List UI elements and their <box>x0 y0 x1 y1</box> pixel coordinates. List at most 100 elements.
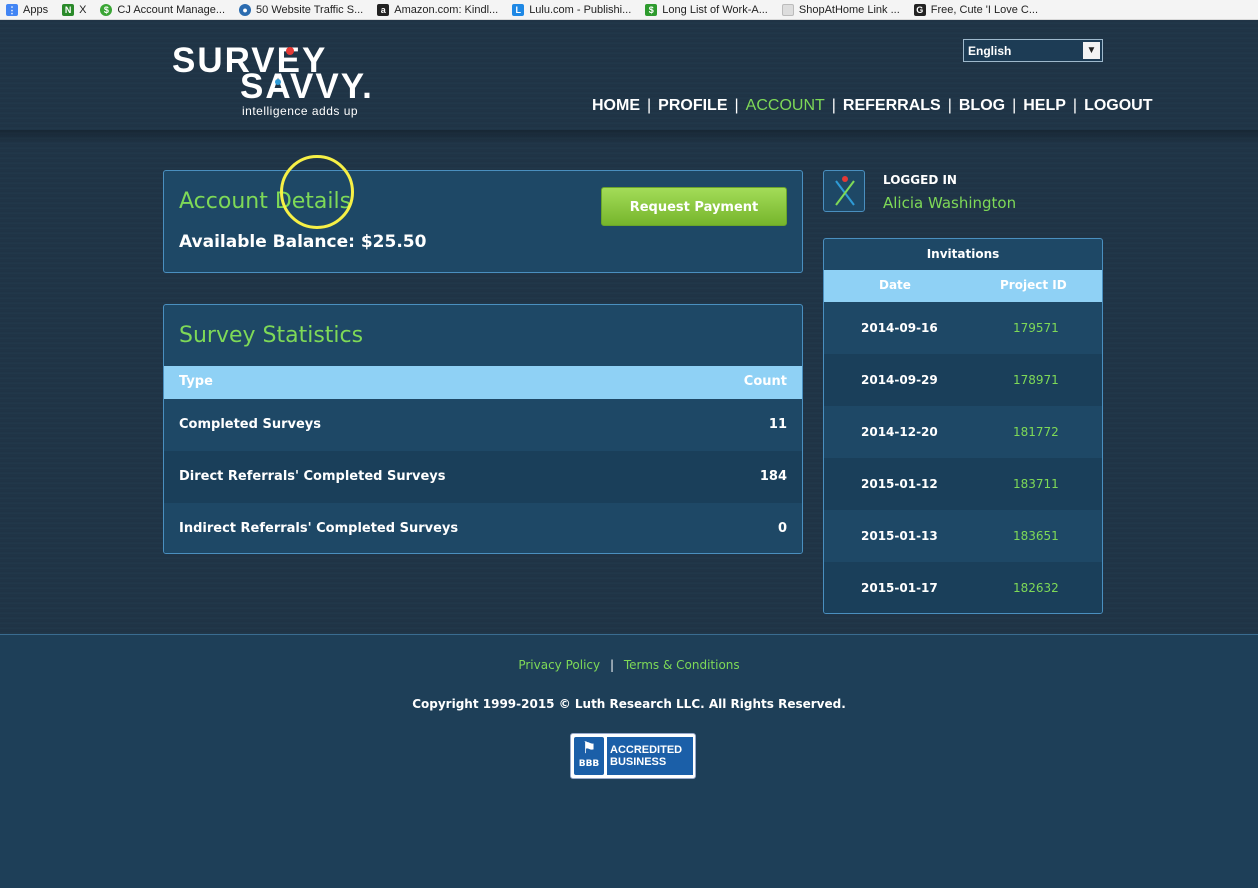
invitation-date: 2015-01-13 <box>861 529 938 543</box>
page-footer: Privacy Policy | Terms & Conditions Copy… <box>0 634 1258 888</box>
language-select[interactable]: English ▼ <box>963 39 1103 62</box>
invitations-panel: Invitations Date Project ID 2014-09-16 1… <box>823 238 1103 614</box>
logo-tagline: intelligence adds up <box>242 104 359 118</box>
table-row: Indirect Referrals' Completed Surveys 0 <box>164 503 802 553</box>
table-row: Completed Surveys 11 <box>164 399 802 451</box>
bookmark-traffic[interactable]: ● 50 Website Traffic S... <box>239 3 364 16</box>
terms-conditions-link[interactable]: Terms & Conditions <box>624 658 740 672</box>
table-row[interactable]: 2015-01-12 183711 <box>824 458 1102 510</box>
language-value: English <box>968 43 1012 58</box>
bookmark-cj[interactable]: $ CJ Account Manage... <box>100 3 226 16</box>
nav-referrals[interactable]: REFERRALS <box>843 97 941 115</box>
invitation-project-id[interactable]: 183711 <box>1013 477 1059 491</box>
main-nav: HOME | PROFILE | ACCOUNT | REFERRALS | B… <box>592 97 1153 115</box>
bookmark-label: Lulu.com - Publishi... <box>529 3 632 16</box>
invitation-date: 2015-01-12 <box>861 477 938 491</box>
g-icon: G <box>913 3 926 16</box>
table-row[interactable]: 2014-09-29 178971 <box>824 354 1102 406</box>
invitations-col-project: Project ID <box>1000 278 1067 292</box>
nav-logout[interactable]: LOGOUT <box>1084 97 1152 115</box>
footer-links: Privacy Policy | Terms & Conditions <box>0 658 1258 672</box>
nav-separator: | <box>947 97 952 114</box>
logged-in-user-name: Alicia Washington <box>883 194 1017 212</box>
apps-grid-icon: ⋮ <box>6 3 18 16</box>
survey-statistics-panel: Survey Statistics Type Count Completed S… <box>163 304 803 554</box>
bbb-line1: ACCREDITED <box>610 744 683 756</box>
bookmark-shopathome[interactable]: ShopAtHome Link ... <box>781 3 900 16</box>
table-row[interactable]: 2015-01-13 183651 <box>824 510 1102 562</box>
stats-col-type: Type <box>179 374 213 389</box>
nav-blog[interactable]: BLOG <box>959 97 1005 115</box>
lulu-icon: L <box>512 3 525 16</box>
nav-separator: | <box>647 97 652 114</box>
nav-profile[interactable]: PROFILE <box>658 97 727 115</box>
invitation-date: 2014-09-29 <box>861 373 938 387</box>
privacy-policy-link[interactable]: Privacy Policy <box>518 658 600 672</box>
user-avatar-icon <box>823 170 865 212</box>
nav-separator: | <box>734 97 739 114</box>
bookmark-label: Amazon.com: Kindl... <box>394 3 499 16</box>
table-row[interactable]: 2014-12-20 181772 <box>824 406 1102 458</box>
dollar-icon: $ <box>645 3 658 16</box>
bookmark-label: Free, Cute 'I Love C... <box>930 3 1039 16</box>
survey-statistics-title: Survey Statistics <box>179 323 364 348</box>
nav-separator: | <box>1012 97 1017 114</box>
chevron-down-icon: ▼ <box>1083 42 1100 59</box>
invitation-project-id[interactable]: 182632 <box>1013 581 1059 595</box>
bbb-accredited-badge[interactable]: ⚑ BBB ACCREDITED BUSINESS <box>570 733 696 779</box>
bookmark-label: Apps <box>23 3 49 16</box>
footer-separator: | <box>609 658 614 672</box>
bookmark-x[interactable]: N X <box>62 3 87 16</box>
bookmark-label: CJ Account Manage... <box>117 3 226 16</box>
stats-type-cell: Indirect Referrals' Completed Surveys <box>179 521 459 536</box>
bookmark-amazon[interactable]: a Amazon.com: Kindl... <box>377 3 499 16</box>
nav-help[interactable]: HELP <box>1023 97 1066 115</box>
table-row[interactable]: 2014-09-16 179571 <box>824 302 1102 354</box>
invitations-title: Invitations <box>926 247 1000 261</box>
globe-icon: ● <box>239 3 252 16</box>
invitations-table-header: Date Project ID <box>824 270 1102 302</box>
bookmark-label: X <box>79 3 87 16</box>
bbb-line2: BUSINESS <box>610 756 667 768</box>
invitations-col-date: Date <box>879 278 911 292</box>
person-x-icon <box>835 176 855 206</box>
cj-icon: $ <box>100 3 113 16</box>
invitation-date: 2014-12-20 <box>861 425 938 439</box>
bbb-seal-text: BBB <box>578 759 600 769</box>
invitation-project-id[interactable]: 183651 <box>1013 529 1059 543</box>
stats-table-header: Type Count <box>164 366 802 399</box>
bookmarks-bar: ⋮ Apps N X $ CJ Account Manage... ● 50 W… <box>0 0 1258 20</box>
bookmark-worklist[interactable]: $ Long List of Work-A... <box>645 3 768 16</box>
table-row: Direct Referrals' Completed Surveys 184 <box>164 451 802 503</box>
table-row[interactable]: 2015-01-17 182632 <box>824 562 1102 613</box>
invitation-project-id[interactable]: 179571 <box>1013 321 1059 335</box>
invitation-date: 2014-09-16 <box>861 321 938 335</box>
nav-account[interactable]: ACCOUNT <box>746 97 825 115</box>
logo-figure-icon <box>275 47 294 85</box>
site-logo[interactable]: SURVEY SAVVY. intelligence adds up <box>172 43 402 124</box>
page-icon <box>781 3 794 16</box>
nav-home[interactable]: HOME <box>592 97 640 115</box>
bbb-text: ACCREDITED BUSINESS <box>607 737 693 775</box>
header-divider <box>0 130 1258 144</box>
stats-count-cell: 11 <box>768 417 787 432</box>
stats-type-cell: Completed Surveys <box>179 417 321 432</box>
amazon-icon: a <box>377 3 390 16</box>
nav-separator: | <box>1072 97 1078 114</box>
nav-separator: | <box>831 97 836 114</box>
bookmark-apps[interactable]: ⋮ Apps <box>6 3 49 16</box>
stats-col-count: Count <box>743 374 787 389</box>
invitation-date: 2015-01-17 <box>861 581 938 595</box>
bookmark-label: Long List of Work-A... <box>662 3 768 16</box>
invitation-project-id[interactable]: 181772 <box>1013 425 1059 439</box>
bookmark-label: 50 Website Traffic S... <box>256 3 364 16</box>
stats-count-cell: 0 <box>777 521 787 536</box>
bookmark-lulu[interactable]: L Lulu.com - Publishi... <box>512 3 632 16</box>
invitation-project-id[interactable]: 178971 <box>1013 373 1059 387</box>
bookmark-freecute[interactable]: G Free, Cute 'I Love C... <box>913 3 1039 16</box>
stats-type-cell: Direct Referrals' Completed Surveys <box>179 469 446 484</box>
available-balance: Available Balance: $25.50 <box>179 232 427 252</box>
cursor-highlight <box>280 155 354 229</box>
request-payment-button[interactable]: Request Payment <box>601 187 787 226</box>
bookmark-label: ShopAtHome Link ... <box>798 3 900 16</box>
